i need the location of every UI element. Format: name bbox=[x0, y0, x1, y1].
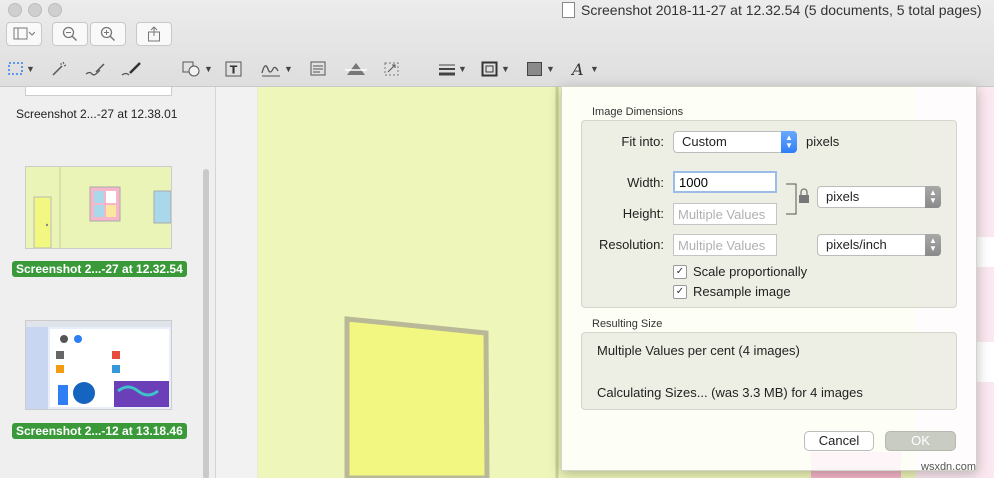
border-color-icon bbox=[481, 61, 498, 77]
sidebar-toggle-button[interactable] bbox=[6, 22, 42, 46]
select-arrows-icon: ▲ ▼ bbox=[925, 234, 941, 256]
rect-select-tool[interactable]: ▼ bbox=[8, 58, 35, 80]
checkmark-icon: ✓ bbox=[673, 264, 687, 279]
shapes-icon bbox=[182, 61, 200, 77]
ok-button[interactable]: OK bbox=[885, 431, 956, 451]
list-item[interactable]: Screenshot 2...-27 at 12.38.01 bbox=[12, 106, 181, 122]
draw-icon bbox=[121, 62, 141, 76]
resolution-unit-select[interactable]: pixels/inch ▲ ▼ bbox=[817, 234, 941, 256]
width-label: Width: bbox=[627, 175, 664, 190]
close-window-button[interactable] bbox=[8, 3, 22, 17]
text-style-tool[interactable]: A ▼ bbox=[570, 58, 599, 80]
share-button[interactable] bbox=[136, 22, 172, 46]
adjust-color-icon bbox=[345, 63, 367, 75]
shapes-tool[interactable]: ▼ bbox=[182, 58, 213, 80]
zoom-out-button[interactable] bbox=[52, 22, 88, 46]
resulting-size-heading: Resulting Size bbox=[592, 318, 663, 330]
fit-into-select[interactable]: Custom ▲ ▼ bbox=[673, 131, 797, 153]
app-window-thumbnail-icon bbox=[26, 321, 171, 409]
minimize-window-button[interactable] bbox=[28, 3, 42, 17]
note-tool[interactable] bbox=[310, 58, 326, 80]
instant-alpha-tool[interactable] bbox=[50, 58, 68, 80]
share-icon bbox=[148, 26, 160, 42]
list-item[interactable]: Screenshot 2...-12 at 13.18.46 bbox=[12, 423, 187, 439]
image-dimensions-heading: Image Dimensions bbox=[592, 106, 684, 118]
note-icon bbox=[310, 61, 326, 76]
adjust-size-tool[interactable] bbox=[383, 58, 401, 80]
text-style-icon: A bbox=[570, 61, 584, 77]
line-style-icon bbox=[439, 64, 455, 76]
chevron-down-icon: ▼ bbox=[26, 64, 35, 74]
height-label: Height: bbox=[622, 206, 664, 221]
window-title: Screenshot 2018-11-27 at 12.32.54 (5 doc… bbox=[562, 2, 982, 18]
zoom-in-icon bbox=[100, 26, 116, 42]
draw-tool[interactable] bbox=[120, 58, 144, 80]
fill-color-tool[interactable]: ▼ bbox=[526, 58, 555, 80]
size-unit-value: pixels bbox=[826, 189, 860, 204]
resolution-unit-value: pixels/inch bbox=[826, 237, 887, 252]
svg-text:A: A bbox=[570, 61, 584, 77]
cancel-button[interactable]: Cancel bbox=[804, 431, 874, 451]
line-style-tool[interactable]: ▼ bbox=[438, 58, 467, 80]
zoom-in-button[interactable] bbox=[90, 22, 126, 46]
zoom-window-button[interactable] bbox=[48, 3, 62, 17]
zoom-out-icon bbox=[62, 26, 78, 42]
chevron-down-icon: ▼ bbox=[546, 64, 555, 74]
select-arrows-icon: ▲ ▼ bbox=[781, 131, 797, 153]
chevron-down-icon: ▼ bbox=[284, 64, 293, 74]
result-size-text: Calculating Sizes... (was 3.3 MB) for 4 … bbox=[597, 385, 863, 400]
chevron-down-icon: ▼ bbox=[590, 64, 599, 74]
resample-image-label: Resample image bbox=[693, 284, 791, 299]
fill-color-icon bbox=[527, 62, 542, 76]
height-field[interactable] bbox=[673, 203, 777, 225]
sidebar-toggle-icon bbox=[13, 27, 35, 40]
border-color-tool[interactable]: ▼ bbox=[481, 58, 510, 80]
chevron-down-icon: ▼ bbox=[458, 64, 467, 74]
document-icon bbox=[562, 2, 575, 18]
lock-icon[interactable] bbox=[786, 183, 812, 215]
width-field[interactable] bbox=[673, 171, 777, 193]
sidebar-scrollbar[interactable] bbox=[203, 169, 209, 478]
adjust-color-tool[interactable] bbox=[345, 58, 367, 80]
sign-tool[interactable]: ▼ bbox=[260, 58, 293, 80]
sketch-icon bbox=[85, 63, 105, 76]
instant-alpha-icon bbox=[52, 61, 67, 76]
window-titlebar: Screenshot 2018-11-27 at 12.32.54 (5 doc… bbox=[0, 0, 994, 87]
size-unit-select[interactable]: pixels ▲ ▼ bbox=[817, 186, 941, 208]
adjust-size-icon bbox=[384, 62, 399, 76]
window-title-text: Screenshot 2018-11-27 at 12.32.54 (5 doc… bbox=[581, 2, 982, 18]
checkmark-icon: ✓ bbox=[673, 284, 687, 299]
thumbnail-sidebar: Screenshot 2...-27 at 12.38.01 Screensho… bbox=[0, 87, 216, 478]
scale-proportionally-checkbox[interactable]: ✓ Scale proportionally bbox=[673, 264, 807, 279]
fit-into-label: Fit into: bbox=[621, 134, 664, 149]
room-thumbnail-icon bbox=[33, 167, 172, 249]
fit-into-value: Custom bbox=[682, 134, 727, 149]
list-item[interactable]: Screenshot 2...-27 at 12.32.54 bbox=[12, 261, 187, 277]
sketch-tool[interactable] bbox=[84, 58, 106, 80]
resample-image-checkbox[interactable]: ✓ Resample image bbox=[673, 284, 791, 299]
thumbnail-image[interactable] bbox=[25, 320, 172, 410]
rect-select-icon bbox=[8, 62, 23, 75]
fit-into-unit: pixels bbox=[806, 134, 840, 149]
resolution-field[interactable] bbox=[673, 234, 777, 256]
thumbnail-image[interactable] bbox=[25, 87, 172, 96]
select-arrows-icon: ▲ ▼ bbox=[925, 186, 941, 208]
chevron-down-icon: ▼ bbox=[501, 64, 510, 74]
scale-proportionally-label: Scale proportionally bbox=[693, 264, 808, 279]
text-icon: T bbox=[225, 61, 242, 77]
text-tool[interactable]: T bbox=[225, 58, 243, 80]
watermark: wsxdn.com bbox=[921, 461, 977, 473]
resolution-label: Resolution: bbox=[598, 237, 664, 252]
chevron-down-icon: ▼ bbox=[204, 64, 213, 74]
svg-text:T: T bbox=[230, 64, 238, 77]
result-percent-text: Multiple Values per cent (4 images) bbox=[597, 343, 800, 358]
sign-icon bbox=[261, 65, 280, 77]
image-size-dialog: Image Dimensions Fit into: Custom ▲ ▼ pix… bbox=[561, 86, 977, 471]
thumbnail-image[interactable] bbox=[25, 166, 172, 249]
